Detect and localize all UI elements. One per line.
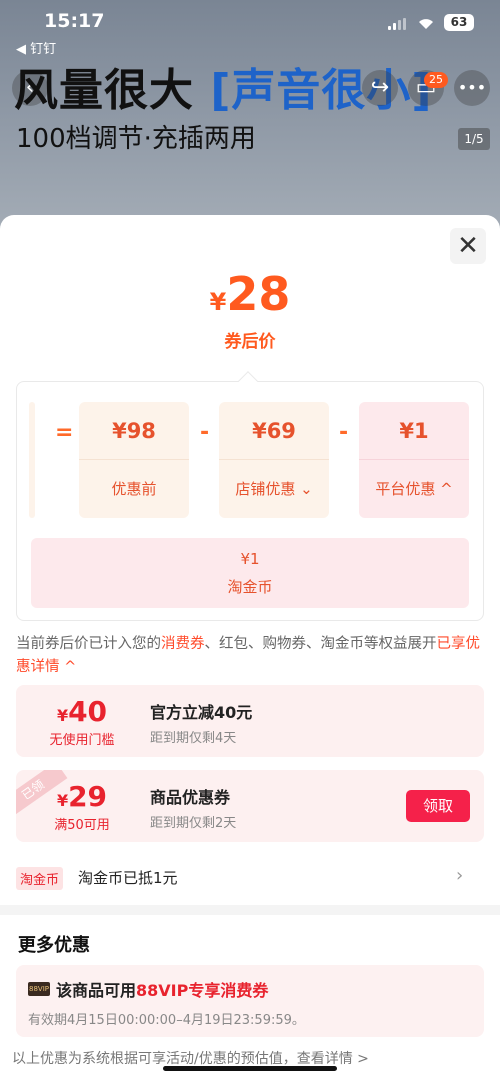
price-item-label: 店铺优惠: [235, 480, 296, 498]
vip-offer-highlight: 88VIP专享消费券: [136, 981, 269, 1000]
image-counter: 1/5: [458, 128, 490, 150]
coupon-expiry: 距到期仅剩4天: [150, 731, 237, 746]
price-item-value: ¥98: [79, 402, 189, 460]
coin-discount-value: ¥1: [240, 550, 260, 568]
price-item-original: ¥98 优惠前: [79, 402, 189, 518]
price-item-label-row: 店铺优惠 ⌄: [219, 460, 329, 518]
more-icon[interactable]: •••: [454, 70, 490, 106]
coin-deduction-text: 淘金币已抵1元: [78, 869, 178, 887]
vip-offer-prefix: 该商品可用: [56, 981, 137, 1000]
equals-sign: =: [55, 420, 74, 445]
coupon-title: 官方立减40元: [150, 703, 253, 722]
price-item-label-row: 平台优惠 ^: [359, 460, 469, 518]
hero-title-text: 风量很大: [14, 65, 194, 116]
coupon-amount: ¥29: [16, 780, 148, 813]
coin-deduction-row[interactable]: 淘金币 淘金币已抵1元 ›: [16, 865, 484, 895]
note-text: 当前券后价已计入您的: [16, 636, 161, 652]
price-item-store-discount[interactable]: ¥69 店铺优惠 ⌄: [219, 402, 329, 518]
coupon-product: 已领 ¥29 满50可用 商品优惠券 距到期仅剩2天 领取: [16, 770, 484, 842]
chevron-down-icon: ⌄: [295, 480, 313, 498]
status-bar: 15:17 63: [0, 8, 500, 38]
cart-count-badge: 25: [424, 72, 448, 88]
final-price-label: 券后价: [224, 332, 276, 352]
price-note: 当前券后价已计入您的消费券、红包、购物券、淘金币等权益展开已享优惠详情 ^: [16, 633, 486, 679]
coin-discount-bar: ¥1 淘金币: [31, 538, 469, 608]
section-divider: [0, 905, 500, 915]
price-item-label: 平台优惠: [375, 480, 436, 498]
final-price-value: 28: [226, 267, 291, 321]
chevron-up-icon: ^: [435, 480, 453, 498]
hero-title-highlight: [声音很小]: [210, 65, 433, 116]
consumption-coupon-highlight: 消费券: [161, 636, 205, 652]
coupon-title: 商品优惠券: [150, 788, 231, 807]
coupon-amount: ¥40: [16, 695, 148, 728]
pointer-notch: [238, 371, 258, 391]
chevron-up-icon: ^: [64, 659, 77, 675]
price-item-value: ¥1: [359, 402, 469, 460]
minus-sign: -: [200, 420, 210, 445]
final-price: ¥28: [0, 267, 500, 321]
more-offers-title: 更多优惠: [18, 935, 90, 956]
coupon-currency: ¥: [56, 706, 69, 725]
wifi-icon: [419, 19, 433, 29]
disclaimer-footer[interactable]: 以上优惠为系统根据可享活动/优惠的预估值，查看详情 >: [12, 1048, 492, 1068]
final-price-currency: ¥: [209, 288, 227, 316]
price-item-label: 优惠前: [111, 480, 157, 498]
coupon-condition: 无使用门槛: [49, 733, 115, 748]
clock: 15:17: [44, 10, 105, 32]
coin-tag: 淘金币: [16, 867, 64, 890]
price-detail-sheet: ✕ ¥28 券后价 = ¥98 优惠前 - ¥69 店铺优惠 ⌄ - ¥1 平台…: [0, 215, 500, 1081]
coupon-value: 29: [68, 780, 108, 813]
price-item-platform-discount[interactable]: ¥1 平台优惠 ^: [359, 402, 469, 518]
claim-coupon-button[interactable]: 领取: [406, 790, 470, 822]
chevron-right-icon: ›: [456, 865, 464, 886]
home-indicator[interactable]: [163, 1066, 337, 1071]
coupon-currency: ¥: [56, 791, 69, 810]
coupon-expiry: 距到期仅剩2天: [150, 816, 237, 831]
battery-icon: 63: [444, 14, 474, 31]
vip-offer-title: 该商品可用88VIP专享消费券: [56, 977, 268, 1001]
vip-offer-validity: 有效期4月15日00:00:00–4月19日23:59:59。: [28, 1013, 305, 1028]
price-item-value: ¥69: [219, 402, 329, 460]
product-hero-subtitle: 100档调节·充插两用: [16, 124, 256, 154]
close-button[interactable]: ✕: [450, 228, 486, 264]
signal-icon: [388, 18, 408, 30]
close-icon: ✕: [457, 231, 479, 261]
coupon-value: 40: [68, 695, 108, 728]
coupon-official: ¥40 无使用门槛 官方立减40元 距到期仅剩4天: [16, 685, 484, 757]
share-icon[interactable]: ↪: [362, 70, 398, 106]
price-breakdown: = ¥98 优惠前 - ¥69 店铺优惠 ⌄ - ¥1 平台优惠 ^ ¥1 淘金…: [16, 371, 484, 621]
coupon-condition: 满50可用: [54, 818, 110, 833]
coin-discount-label: 淘金币: [227, 578, 273, 596]
vip-offer-card[interactable]: 88VIP 该商品可用88VIP专享消费券 有效期4月15日00:00:00–4…: [16, 965, 484, 1037]
note-text: 、红包、购物券、淘金币等权益展开: [204, 636, 437, 652]
vip-badge-icon: 88VIP: [28, 982, 50, 996]
minus-sign: -: [339, 420, 349, 445]
scroll-hint-cell: [29, 402, 35, 518]
